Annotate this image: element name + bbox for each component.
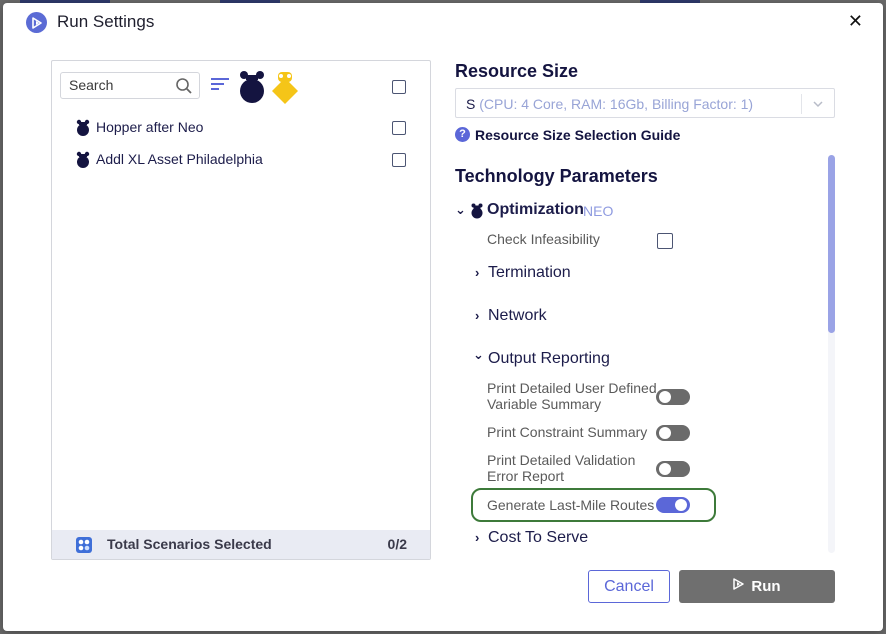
chevron-right-icon: ›: [475, 530, 480, 545]
total-scenarios-label: Total Scenarios Selected: [107, 536, 272, 552]
print-validation-error-report-label: Print Detailed Validation Error Report: [487, 452, 636, 484]
dialog-title: Run Settings: [57, 12, 155, 31]
chevron-down-icon: ⌄: [455, 202, 466, 217]
optimization-label: Optimization: [487, 201, 584, 218]
resource-size-heading: Resource Size: [455, 61, 579, 81]
cost-to-serve-label: Cost To Serve: [488, 529, 589, 546]
run-logo-icon: [26, 12, 47, 33]
run-button[interactable]: Run: [679, 570, 835, 603]
hopper-engine-filter-icon[interactable]: [270, 70, 300, 109]
resource-size-select[interactable]: S (CPU: 4 Core, RAM: 16Gb, Billing Facto…: [455, 88, 835, 118]
scenario-checkbox[interactable]: [392, 121, 406, 135]
print-validation-error-report-toggle[interactable]: [656, 461, 690, 477]
network-section-toggle[interactable]: › Network: [473, 306, 673, 328]
cost-to-serve-section-toggle[interactable]: › Cost To Serve: [473, 528, 673, 550]
print-constraint-summary-label: Print Constraint Summary: [487, 424, 648, 440]
print-constraint-summary-toggle[interactable]: [656, 425, 690, 441]
chevron-right-icon: ›: [475, 265, 480, 280]
cancel-button[interactable]: Cancel: [588, 570, 670, 603]
resource-size-value: S (CPU: 4 Core, RAM: 16Gb, Billing Facto…: [466, 96, 754, 112]
output-reporting-section-toggle[interactable]: ⌄ Output Reporting: [473, 347, 673, 371]
select-all-checkbox[interactable]: [392, 80, 406, 94]
run-label: Run: [751, 578, 781, 595]
scrollbar-thumb[interactable]: [828, 155, 835, 333]
output-reporting-label: Output Reporting: [488, 350, 610, 367]
chevron-right-icon: ›: [475, 308, 480, 323]
neo-engine-icon: [76, 119, 90, 142]
generate-last-mile-routes-label: Generate Last-Mile Routes: [487, 497, 655, 513]
scenarios-grid-icon: [76, 537, 92, 558]
print-user-defined-variable-summary-label: Print Detailed User Defined Variable Summ…: [487, 380, 657, 412]
technology-parameters-heading: Technology Parameters: [455, 166, 658, 186]
search-box[interactable]: [60, 72, 200, 99]
optimization-engine-tag: NEO: [583, 203, 614, 219]
network-label: Network: [488, 307, 547, 324]
termination-section-toggle[interactable]: › Termination: [473, 263, 673, 285]
scenario-row[interactable]: Hopper after Neo: [52, 115, 430, 141]
neo-engine-icon: [76, 151, 90, 174]
print-user-defined-variable-summary-toggle[interactable]: [656, 389, 690, 405]
neo-engine-filter-icon[interactable]: [239, 70, 265, 109]
run-icon: [733, 569, 745, 602]
run-settings-dialog: Run Settings ✕ Hopper after Neo: [3, 3, 883, 631]
guide-label: Resource Size Selection Guide: [475, 127, 681, 143]
scenario-footer: Total Scenarios Selected 0/2: [52, 530, 430, 559]
total-scenarios-count: 0/2: [387, 536, 407, 552]
scenario-label: Addl XL Asset Philadelphia: [96, 151, 263, 167]
scenario-row[interactable]: Addl XL Asset Philadelphia: [52, 147, 430, 173]
scenario-list-panel: Hopper after Neo Addl XL Asset Philadelp…: [51, 60, 431, 560]
close-button[interactable]: ✕: [848, 11, 863, 32]
chevron-down-icon: [812, 97, 824, 115]
chevron-down-icon: ⌄: [473, 347, 484, 362]
help-icon: ?: [455, 127, 470, 142]
search-input[interactable]: [69, 73, 174, 97]
generate-last-mile-routes-toggle[interactable]: [656, 497, 690, 513]
neo-engine-icon: [471, 203, 483, 224]
check-infeasibility-label: Check Infeasibility: [487, 231, 600, 247]
termination-label: Termination: [488, 264, 571, 281]
dialog-header: Run Settings ✕: [3, 3, 883, 41]
scenario-label: Hopper after Neo: [96, 119, 204, 135]
search-icon[interactable]: [175, 77, 193, 100]
scenario-checkbox[interactable]: [392, 153, 406, 167]
select-divider: [801, 94, 802, 114]
check-infeasibility-checkbox[interactable]: [657, 233, 673, 249]
filter-sort-icon[interactable]: [210, 77, 230, 96]
